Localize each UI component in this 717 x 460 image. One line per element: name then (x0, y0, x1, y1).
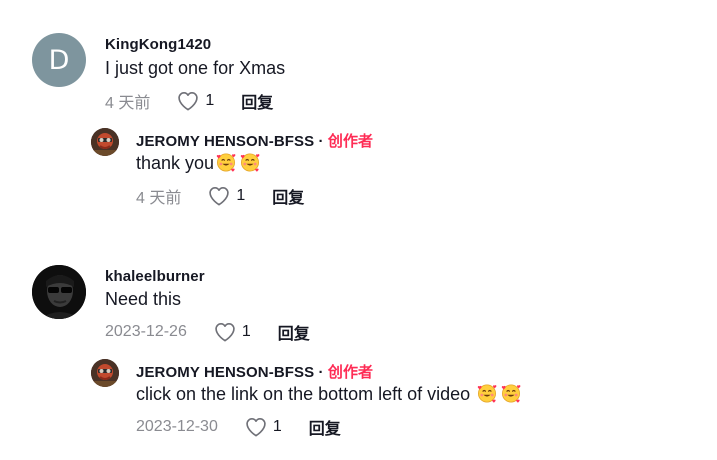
avatar[interactable] (91, 359, 119, 387)
like-count: 1 (272, 418, 282, 435)
smiling-face-with-hearts-emoji (477, 383, 497, 403)
avatar-image (32, 265, 86, 319)
comment-list: D KingKong1420 I just got one for Xmas 4… (0, 0, 717, 460)
comment-time: 2023-12-26 (105, 323, 187, 340)
comment-item: khaleelburner Need this 2023-12-26 1 回复 (0, 0, 717, 460)
comment-meta: 2023-12-26 1 回复 (105, 320, 310, 344)
like-button[interactable]: 1 (214, 322, 251, 342)
like-button[interactable]: 1 (245, 417, 282, 437)
reply-username-line: JEROMY HENSON-BFSS · 创作者 (136, 361, 373, 382)
reply-text-line: click on the link on the bottom left of … (136, 383, 521, 405)
creator-badge: 创作者 (327, 364, 374, 381)
avatar[interactable] (32, 265, 86, 319)
smiling-face-with-hearts-emoji (501, 383, 521, 403)
heart-outline-icon (245, 417, 267, 437)
reply-button[interactable]: 回复 (309, 415, 341, 439)
reply-meta: 2023-12-30 1 回复 (136, 415, 341, 439)
heart-outline-icon (214, 322, 236, 342)
separator: · (314, 364, 328, 381)
reply-username[interactable]: JEROMY HENSON-BFSS (136, 364, 314, 381)
like-count: 1 (241, 323, 251, 340)
comment-username[interactable]: khaleelburner (105, 268, 205, 285)
reply-button[interactable]: 回复 (278, 320, 310, 344)
reply-text: click on the link on the bottom left of … (136, 384, 476, 404)
reply-time: 2023-12-30 (136, 418, 218, 435)
comment-text: Need this (105, 289, 182, 309)
avatar-image (91, 359, 119, 387)
